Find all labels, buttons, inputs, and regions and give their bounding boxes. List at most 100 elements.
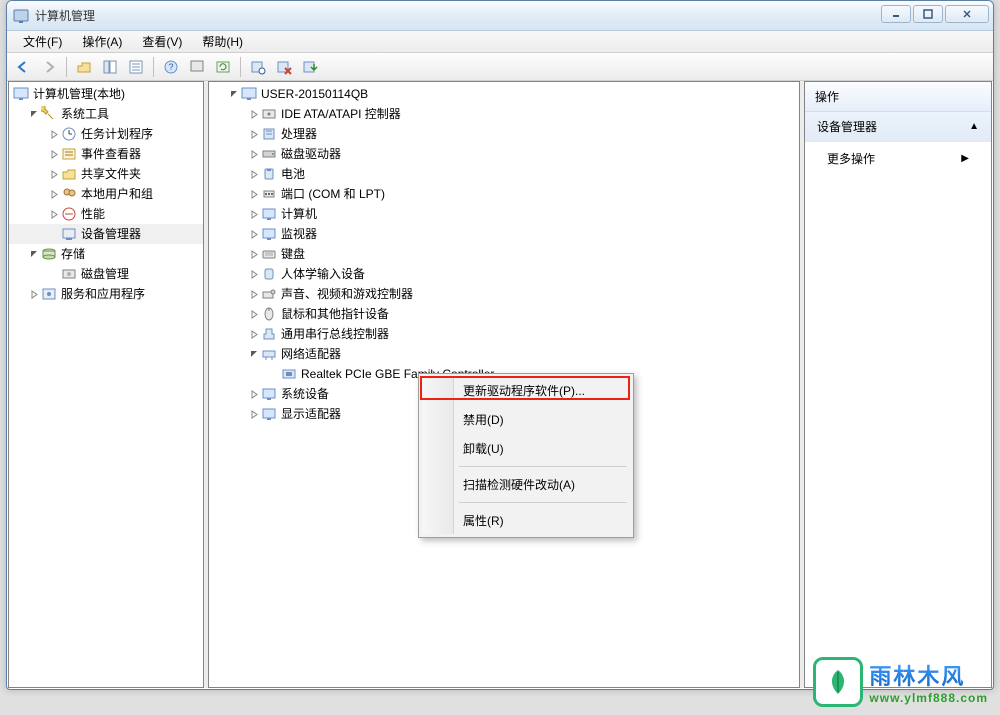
device-mgr-icon <box>61 226 77 242</box>
tree-label: 系统工具 <box>61 104 109 124</box>
device-cat-icon <box>261 246 277 262</box>
device-cat-icon <box>261 106 277 122</box>
cm-sep <box>459 502 627 503</box>
minimize-button[interactable] <box>881 5 911 23</box>
expand-icon[interactable] <box>49 209 59 219</box>
app-window: 计算机管理 文件(F) 操作(A) 查看(V) 帮助(H) ? <box>6 0 994 690</box>
expand-icon[interactable] <box>249 389 259 399</box>
device-category[interactable]: 磁盘驱动器 <box>209 144 799 164</box>
cm-scan-hw[interactable]: 扫描检测硬件改动(A) <box>421 470 631 499</box>
device-category[interactable]: 键盘 <box>209 244 799 264</box>
device-category[interactable]: 端口 (COM 和 LPT) <box>209 184 799 204</box>
tree-item-performance[interactable]: 性能 <box>9 204 203 224</box>
device-cat-icon <box>261 286 277 302</box>
console-btn[interactable] <box>185 55 209 79</box>
menu-help[interactable]: 帮助(H) <box>192 31 253 52</box>
up-level-button[interactable] <box>72 55 96 79</box>
collapse-icon[interactable] <box>29 249 39 259</box>
menubar: 文件(F) 操作(A) 查看(V) 帮助(H) <box>7 31 993 53</box>
expand-icon[interactable] <box>249 249 259 259</box>
actions-header: 操作 <box>805 82 991 112</box>
category-network-adapters[interactable]: 网络适配器 <box>209 344 799 364</box>
more-actions-item[interactable]: 更多操作 ▶ <box>805 142 991 175</box>
tree-item-device-manager[interactable]: 设备管理器 <box>9 224 203 244</box>
device-cat-icon <box>261 306 277 322</box>
tree-root[interactable]: 计算机管理(本地) <box>9 84 203 104</box>
network-icon <box>261 346 277 362</box>
device-category[interactable]: 通用串行总线控制器 <box>209 324 799 344</box>
device-category[interactable]: 计算机 <box>209 204 799 224</box>
expand-icon[interactable] <box>49 169 59 179</box>
users-icon <box>61 186 77 202</box>
expand-icon[interactable] <box>249 409 259 419</box>
event-icon <box>61 146 77 162</box>
collapse-icon[interactable] <box>229 89 239 99</box>
device-category[interactable]: 电池 <box>209 164 799 184</box>
device-category[interactable]: 处理器 <box>209 124 799 144</box>
tree-item-local-users[interactable]: 本地用户和组 <box>9 184 203 204</box>
expand-icon[interactable] <box>249 309 259 319</box>
nic-icon <box>281 366 297 382</box>
back-button[interactable] <box>11 55 35 79</box>
chevron-right-icon: ▶ <box>961 153 969 164</box>
expand-icon[interactable] <box>29 289 39 299</box>
device-category[interactable]: 鼠标和其他指针设备 <box>209 304 799 324</box>
expand-icon[interactable] <box>249 289 259 299</box>
device-category[interactable]: 声音、视频和游戏控制器 <box>209 284 799 304</box>
device-cat-icon <box>261 186 277 202</box>
tree-item-task-scheduler[interactable]: 任务计划程序 <box>9 124 203 144</box>
show-hide-tree-button[interactable] <box>98 55 122 79</box>
expand-icon[interactable] <box>249 189 259 199</box>
device-cat-icon <box>261 226 277 242</box>
uninstall-device-button[interactable] <box>272 55 296 79</box>
actions-section[interactable]: 设备管理器 ▲ <box>805 112 991 142</box>
cm-uninstall[interactable]: 卸载(U) <box>421 434 631 463</box>
expand-icon[interactable] <box>49 189 59 199</box>
cm-update-driver[interactable]: 更新驱动程序软件(P)... <box>421 376 631 405</box>
menu-action[interactable]: 操作(A) <box>72 31 132 52</box>
device-root[interactable]: USER-20150114QB <box>209 84 799 104</box>
wrench-icon <box>41 106 57 122</box>
watermark-sub: www.ylmf888.com <box>869 691 988 705</box>
refresh-button[interactable] <box>211 55 235 79</box>
tree-item-event-viewer[interactable]: 事件查看器 <box>9 144 203 164</box>
properties-button[interactable] <box>124 55 148 79</box>
toolbar-sep3 <box>240 57 241 77</box>
expand-icon[interactable] <box>249 269 259 279</box>
close-button[interactable] <box>945 5 989 23</box>
tree-section-services[interactable]: 服务和应用程序 <box>9 284 203 304</box>
expand-icon[interactable] <box>249 209 259 219</box>
cm-disable[interactable]: 禁用(D) <box>421 405 631 434</box>
menu-view[interactable]: 查看(V) <box>132 31 192 52</box>
device-category[interactable]: IDE ATA/ATAPI 控制器 <box>209 104 799 124</box>
watermark-logo-icon <box>813 657 863 707</box>
expand-icon[interactable] <box>249 109 259 119</box>
forward-button[interactable] <box>37 55 61 79</box>
expand-icon[interactable] <box>249 169 259 179</box>
expand-icon[interactable] <box>249 329 259 339</box>
collapse-caret-icon: ▲ <box>969 121 979 132</box>
maximize-button[interactable] <box>913 5 943 23</box>
expand-icon[interactable] <box>249 149 259 159</box>
collapse-icon[interactable] <box>29 109 39 119</box>
expand-icon[interactable] <box>49 129 59 139</box>
tree-item-disk-mgmt[interactable]: 磁盘管理 <box>9 264 203 284</box>
device-category[interactable]: 人体学输入设备 <box>209 264 799 284</box>
scan-hw-button[interactable] <box>246 55 270 79</box>
tree-section-system-tools[interactable]: 系统工具 <box>9 104 203 124</box>
device-category[interactable]: 监视器 <box>209 224 799 244</box>
left-nav-pane: 计算机管理(本地) 系统工具 任务计划程序 事件查看器 共享文件夹 本地用户和组… <box>8 81 204 688</box>
context-menu: 更新驱动程序软件(P)... 禁用(D) 卸载(U) 扫描检测硬件改动(A) 属… <box>418 373 634 538</box>
expand-icon[interactable] <box>249 229 259 239</box>
expand-icon[interactable] <box>249 129 259 139</box>
help-button[interactable]: ? <box>159 55 183 79</box>
menu-file[interactable]: 文件(F) <box>13 31 72 52</box>
tree-section-storage[interactable]: 存储 <box>9 244 203 264</box>
collapse-icon[interactable] <box>249 349 259 359</box>
cm-properties[interactable]: 属性(R) <box>421 506 631 535</box>
update-driver-button[interactable] <box>298 55 322 79</box>
expand-icon[interactable] <box>49 149 59 159</box>
tree-item-shared-folders[interactable]: 共享文件夹 <box>9 164 203 184</box>
device-cat-icon <box>261 266 277 282</box>
watermark: 雨林木风 www.ylmf888.com <box>813 657 988 707</box>
